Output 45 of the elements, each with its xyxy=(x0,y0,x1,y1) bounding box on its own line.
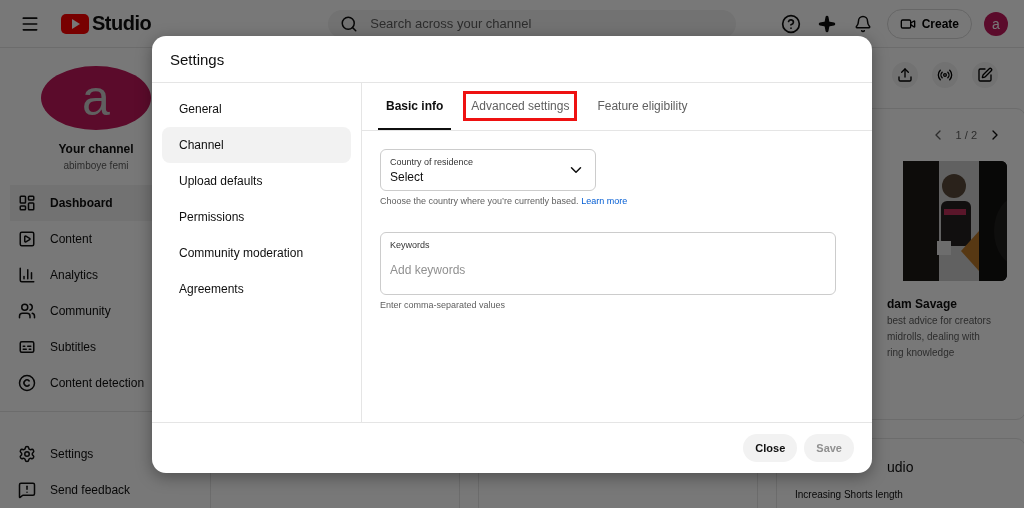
page-indicator: 1 / 2 xyxy=(955,129,977,141)
live-button[interactable] xyxy=(932,62,958,88)
tab[interactable]: Feature eligibility xyxy=(589,83,696,130)
description-line: ring knowledge xyxy=(887,347,956,359)
upload-icon xyxy=(897,67,913,83)
card-title: udio xyxy=(887,459,915,475)
keywords-field[interactable]: Keywords Add keywords xyxy=(380,232,836,295)
upload-button[interactable] xyxy=(892,62,918,88)
tab[interactable]: Basic info xyxy=(378,83,452,130)
settings-nav-item[interactable]: General xyxy=(162,91,351,127)
channel-title: Your channel xyxy=(58,142,134,157)
helper-text: Choose the country where you’re currently based. Learn more xyxy=(380,196,629,206)
feedback-icon xyxy=(18,481,36,499)
country-select[interactable]: Country of residence Select xyxy=(380,149,596,191)
settings-nav-item[interactable]: Channel xyxy=(162,127,351,163)
sidebar-item[interactable]: Send feedback xyxy=(10,472,192,508)
settings-nav-item[interactable]: Agreements xyxy=(162,271,351,307)
edit-button[interactable] xyxy=(972,62,998,88)
description-line: midrolls, dealing with xyxy=(887,331,981,343)
sidebar-item[interactable]: Content detection xyxy=(10,365,192,402)
create-button[interactable]: Create xyxy=(886,8,972,39)
dialog-button[interactable]: Close xyxy=(743,434,798,462)
copyright-icon xyxy=(18,374,36,393)
video-title: dam Savage xyxy=(887,297,959,311)
sidebar-item[interactable]: Settings xyxy=(10,436,192,472)
bar-chart-icon xyxy=(18,266,36,285)
learn-more-link[interactable]: Learn more xyxy=(581,196,628,206)
search-icon xyxy=(340,14,359,33)
play-square-icon xyxy=(18,230,36,249)
card-text: Increasing Shorts length xyxy=(795,489,904,500)
play-logo-icon xyxy=(61,13,89,34)
sidebar-item[interactable]: Subtitles xyxy=(10,329,192,366)
dashboard-icon xyxy=(18,194,36,213)
description-line: best advice for creators xyxy=(887,315,992,327)
settings-nav-item[interactable]: Community moderation xyxy=(162,235,351,271)
people-icon xyxy=(18,302,36,321)
search-field[interactable]: Search across your channel xyxy=(328,9,737,38)
broadcast-icon xyxy=(937,67,953,83)
settings-icon xyxy=(18,445,36,463)
studio-logo[interactable]: Studio xyxy=(61,12,152,35)
pencil-icon xyxy=(977,67,993,83)
helper-text: Enter comma-separated values xyxy=(380,300,507,310)
dialog-title: Settings xyxy=(152,36,872,83)
channel-name: abimboye femi xyxy=(63,160,129,172)
account-avatar[interactable]: a xyxy=(984,11,1008,36)
